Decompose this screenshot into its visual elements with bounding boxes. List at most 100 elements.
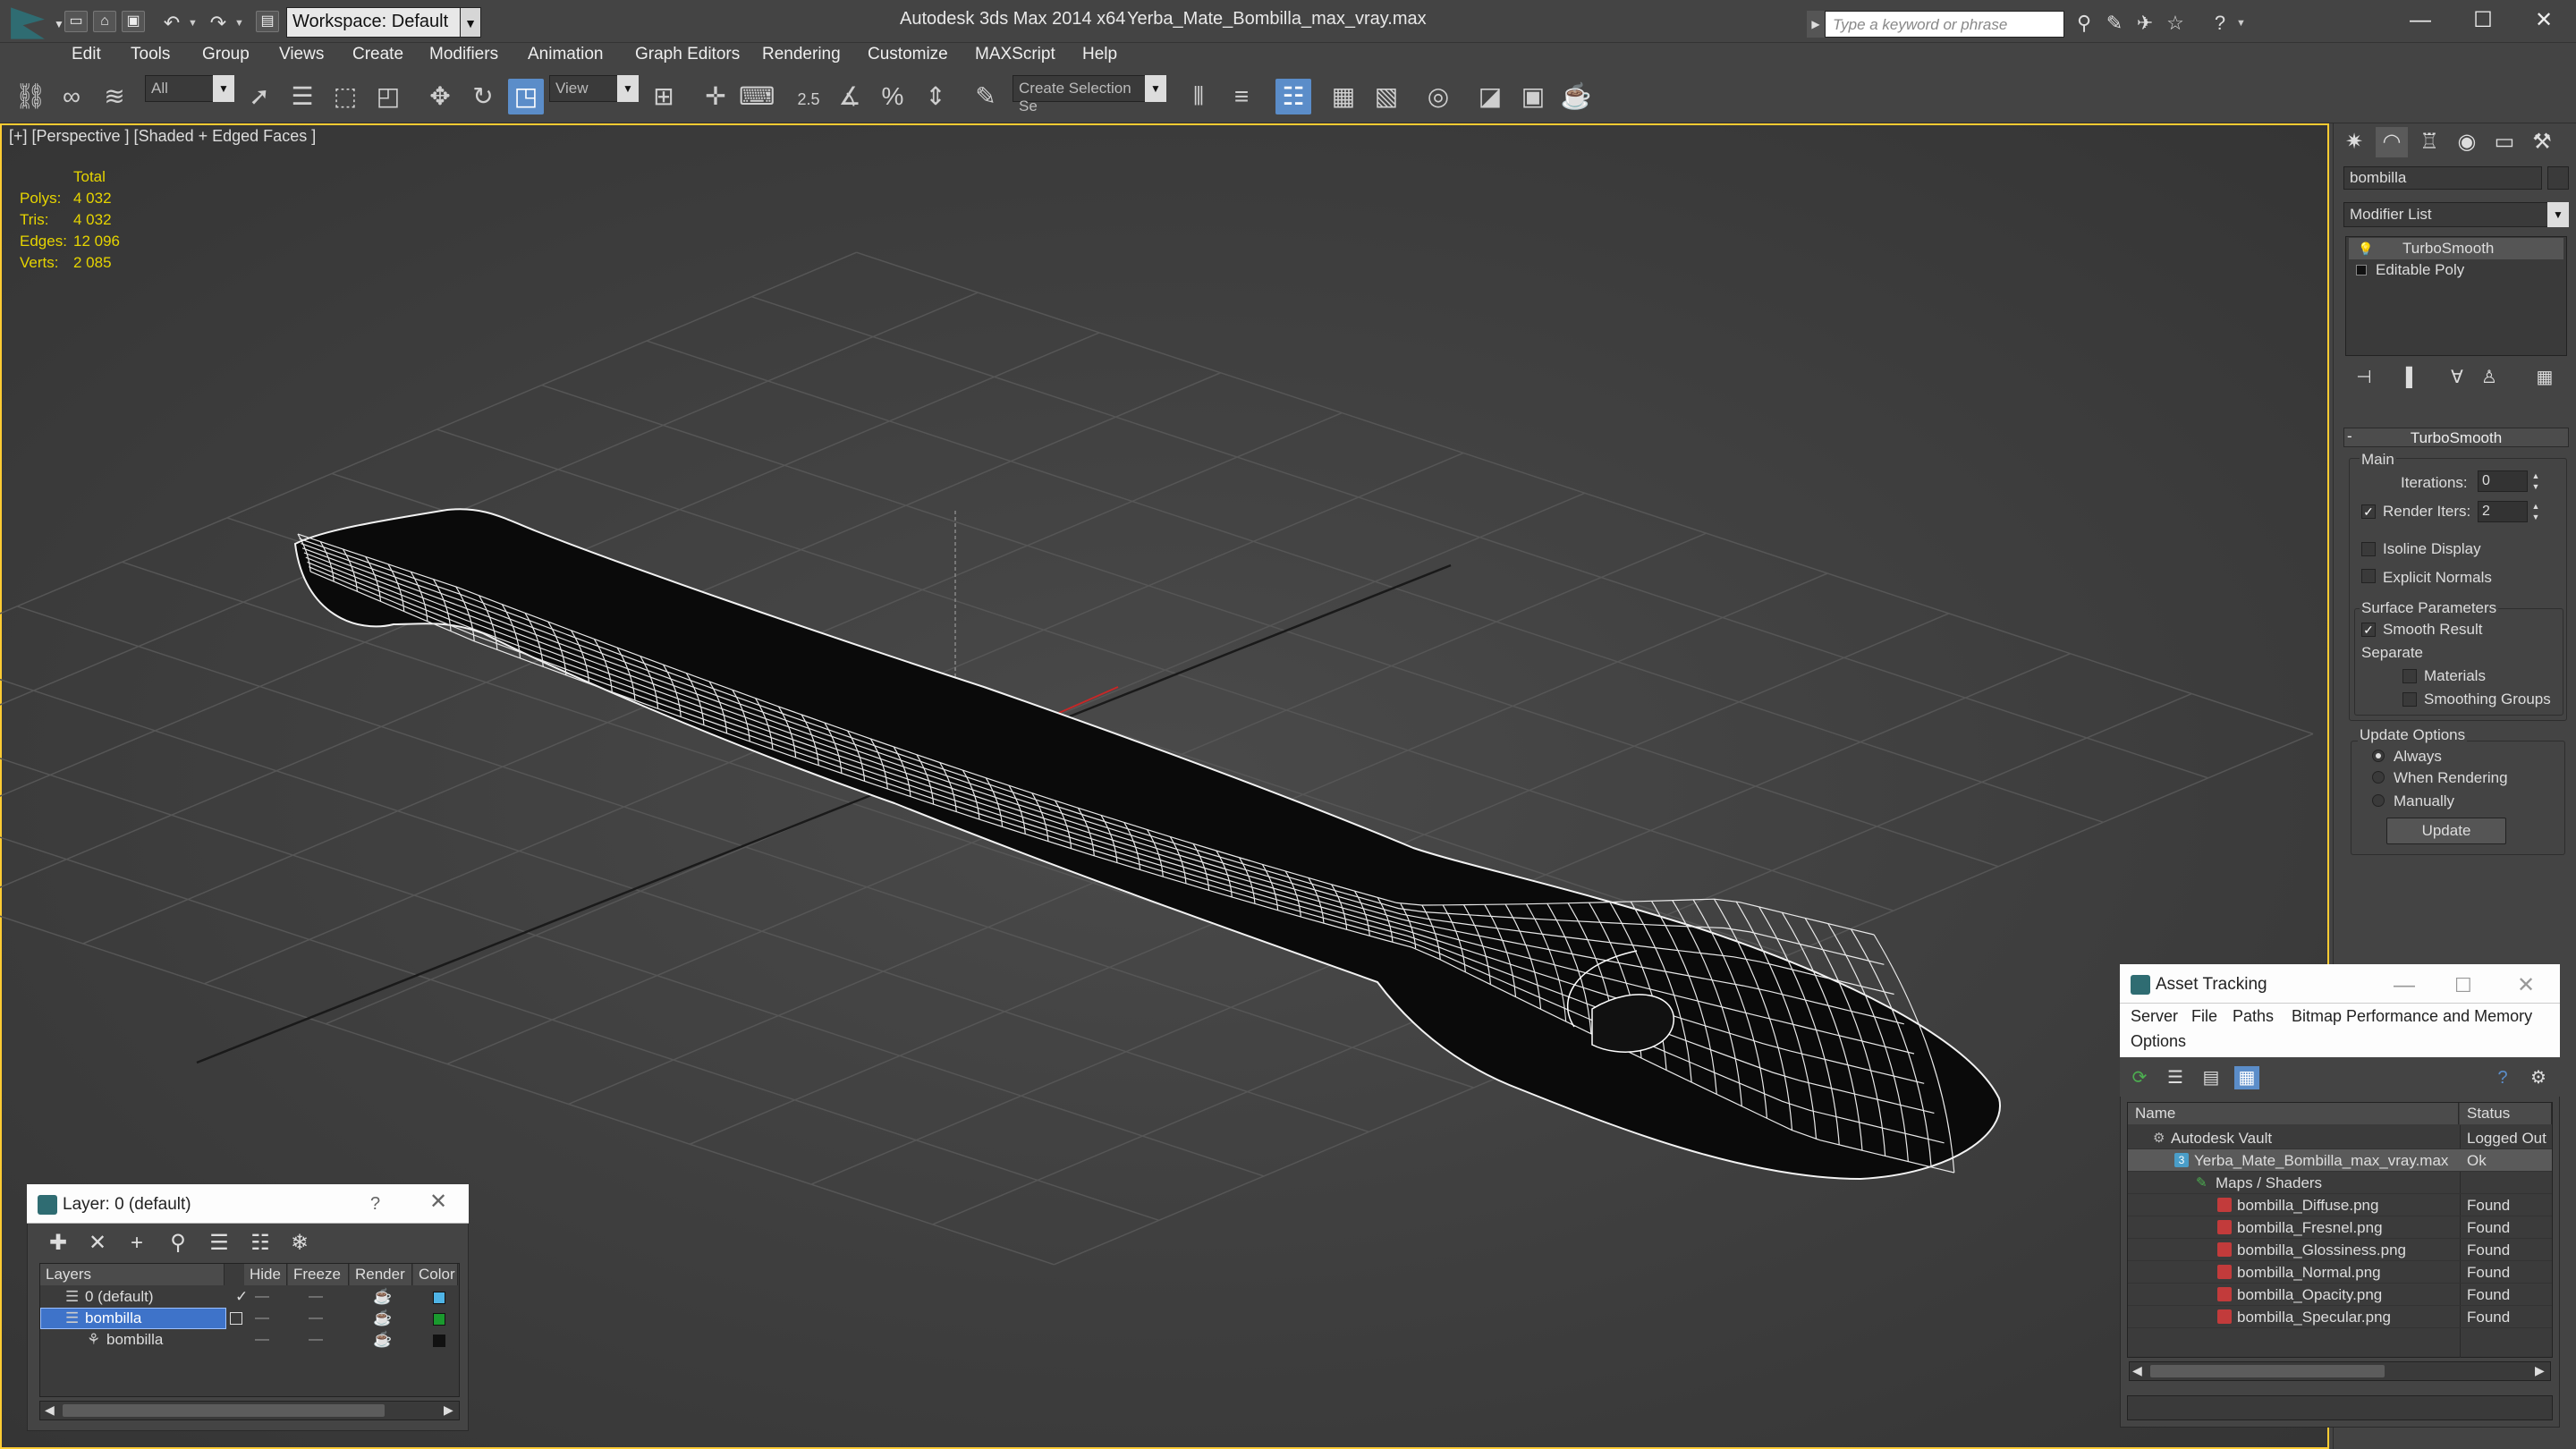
unlink-icon[interactable]: ∞ xyxy=(54,79,89,114)
layer-row-bombilla[interactable]: ☰ bombilla — — ☕ xyxy=(40,1308,459,1329)
favorites-star-icon[interactable]: ☆ xyxy=(2163,11,2188,36)
select-object-icon[interactable]: ➚ xyxy=(242,79,277,114)
asset-menu-file[interactable]: File xyxy=(2191,1007,2217,1026)
chevron-down-icon[interactable]: ▼ xyxy=(460,7,481,38)
scroll-right-icon[interactable]: ▶ xyxy=(444,1402,453,1418)
delete-layer-icon[interactable]: ✕ xyxy=(82,1229,113,1258)
make-unique-icon[interactable]: ∀ xyxy=(2444,365,2470,390)
chevron-down-icon[interactable]: ▼ xyxy=(213,75,234,102)
redo-dropdown-icon[interactable]: ▼ xyxy=(234,18,244,29)
help-question-icon[interactable]: ? xyxy=(370,1193,380,1215)
subscription-icon[interactable]: ✎ xyxy=(2102,11,2127,36)
asset-path-field[interactable] xyxy=(2127,1395,2553,1420)
create-layer-icon[interactable]: ✚ xyxy=(43,1229,73,1258)
close-icon[interactable]: ✕ xyxy=(2517,975,2535,996)
snaps-toggle-icon[interactable]: 2.5 xyxy=(791,79,826,114)
hide-toggle[interactable]: — xyxy=(255,1308,269,1329)
layer-manager-icon[interactable]: ▦ xyxy=(1326,79,1361,114)
turbosmooth-rollout-header[interactable]: TurboSmooth xyxy=(2343,428,2569,447)
menu-rendering[interactable]: Rendering xyxy=(762,45,841,64)
modifier-list-dropdown[interactable]: Modifier List xyxy=(2343,202,2549,227)
column-color[interactable]: Color xyxy=(413,1264,458,1285)
percent-snap-icon[interactable]: % xyxy=(875,79,911,114)
help-icon[interactable]: ? xyxy=(2490,1066,2515,1089)
table-view-icon[interactable]: ▤ xyxy=(2199,1066,2224,1089)
lightbulb-icon[interactable]: 💡 xyxy=(2358,242,2373,257)
angle-snap-icon[interactable]: ∡ xyxy=(832,79,868,114)
update-when-rendering-radio[interactable] xyxy=(2372,771,2385,784)
display-tab-icon[interactable]: ▭ xyxy=(2488,127,2521,157)
menu-graph-editors[interactable]: Graph Editors xyxy=(635,45,740,64)
freeze-toggle[interactable]: — xyxy=(309,1329,323,1351)
update-always-radio[interactable] xyxy=(2372,750,2385,762)
save-file-icon[interactable]: ▣ xyxy=(122,11,145,32)
hide-toggle[interactable]: — xyxy=(255,1286,269,1308)
explicit-normals-checkbox[interactable] xyxy=(2361,569,2376,583)
render-teapot-icon[interactable]: ☕ xyxy=(373,1286,392,1308)
stack-item-editable-poly[interactable]: Editable Poly xyxy=(2349,259,2563,281)
scrollbar-thumb[interactable] xyxy=(2150,1365,2385,1377)
bind-space-warp-icon[interactable]: ≋ xyxy=(97,79,132,114)
scroll-left-icon[interactable]: ◀ xyxy=(2132,1363,2142,1378)
column-name[interactable]: Name xyxy=(2128,1103,2459,1124)
create-tab-icon[interactable]: ✷ xyxy=(2338,127,2370,157)
column-render[interactable]: Render xyxy=(350,1264,412,1285)
move-icon[interactable]: ✥ xyxy=(422,79,458,114)
smooth-result-checkbox[interactable]: ✓ xyxy=(2361,623,2376,637)
asset-row-maxfile[interactable]: 3 Yerba_Mate_Bombilla_max_vray.max xyxy=(2128,1149,2552,1172)
motion-tab-icon[interactable]: ◉ xyxy=(2451,127,2483,157)
select-by-name-icon[interactable]: ☰ xyxy=(284,79,320,114)
spinner-arrows-icon[interactable]: ▲ ▼ xyxy=(2529,501,2542,522)
render-iters-spinner[interactable]: 2 xyxy=(2478,501,2528,522)
freeze-all-layers-icon[interactable]: ❄ xyxy=(284,1229,315,1258)
redo-icon[interactable]: ↷ xyxy=(206,11,231,36)
close-icon[interactable]: ✕ xyxy=(429,1191,447,1213)
menu-modifiers[interactable]: Modifiers xyxy=(429,45,498,64)
isoline-display-checkbox[interactable] xyxy=(2361,542,2376,556)
scrollbar-thumb[interactable] xyxy=(63,1404,385,1417)
maximize-icon[interactable]: ☐ xyxy=(2456,4,2510,38)
window-crossing-icon[interactable]: ◰ xyxy=(370,79,406,114)
expand-box-icon[interactable] xyxy=(2356,265,2367,275)
settings-icon[interactable]: ⚙ xyxy=(2526,1066,2551,1089)
scale-icon[interactable]: ◳ xyxy=(508,79,544,114)
configure-modifier-sets-icon[interactable]: ▦ xyxy=(2531,365,2558,390)
iterations-spinner[interactable]: 0 xyxy=(2478,470,2528,492)
graphite-ribbon-icon[interactable]: ▧ xyxy=(1368,79,1404,114)
viewport-label[interactable]: [+] [Perspective ] [Shaded + Edged Faces… xyxy=(9,127,316,146)
menu-tools[interactable]: Tools xyxy=(131,45,170,64)
chevron-down-icon[interactable]: ▼ xyxy=(2547,202,2569,227)
curve-editor-icon[interactable]: ◎ xyxy=(1420,79,1456,114)
current-layer-check-icon[interactable]: ✓ xyxy=(235,1286,248,1308)
communication-center-icon[interactable]: ✈ xyxy=(2132,11,2157,36)
minimize-icon[interactable]: — xyxy=(2394,975,2415,996)
materials-checkbox[interactable] xyxy=(2402,669,2417,683)
column-layers[interactable]: Layers xyxy=(40,1264,225,1285)
project-folder-icon[interactable]: ▤ xyxy=(256,11,279,32)
rectangular-selection-icon[interactable]: ⬚ xyxy=(327,79,363,114)
search-expand-icon[interactable]: ▶ xyxy=(1807,11,1825,38)
app-menu-arrow-icon[interactable]: ▼ xyxy=(54,18,64,30)
layer-color-swatch[interactable] xyxy=(433,1292,445,1304)
refresh-icon[interactable]: ⟳ xyxy=(2127,1066,2152,1089)
pin-stack-icon[interactable]: ⊣ xyxy=(2351,365,2377,390)
menu-animation[interactable]: Animation xyxy=(528,45,604,64)
menu-customize[interactable]: Customize xyxy=(868,45,948,64)
chevron-down-icon[interactable]: ▼ xyxy=(1145,75,1166,102)
help-icon[interactable]: ? xyxy=(2207,11,2233,36)
rotate-icon[interactable]: ↻ xyxy=(465,79,501,114)
align-icon[interactable]: ≡ xyxy=(1224,79,1259,114)
spinner-snap-icon[interactable]: ⇕ xyxy=(918,79,953,114)
asset-menu-paths[interactable]: Paths xyxy=(2233,1007,2274,1026)
layer-row-default[interactable]: ☰ 0 (default) ✓ — — ☕ xyxy=(40,1286,459,1308)
workspace-dropdown[interactable]: Workspace: Default xyxy=(286,7,479,38)
close-icon[interactable]: ✕ xyxy=(2517,4,2571,38)
undo-dropdown-icon[interactable]: ▼ xyxy=(188,18,198,29)
utilities-tab-icon[interactable]: ⚒ xyxy=(2526,127,2558,157)
render-teapot-icon[interactable]: ☕ xyxy=(373,1329,392,1351)
render-teapot-icon[interactable]: ☕ xyxy=(1558,79,1594,114)
hierarchy-tab-icon[interactable]: ♖ xyxy=(2413,127,2445,157)
keyboard-shortcut-override-icon[interactable]: ⌨ xyxy=(739,79,775,114)
object-row-bombilla[interactable]: ⚘ bombilla — — ☕ xyxy=(40,1329,459,1351)
asset-menu-server[interactable]: Server xyxy=(2131,1007,2178,1026)
